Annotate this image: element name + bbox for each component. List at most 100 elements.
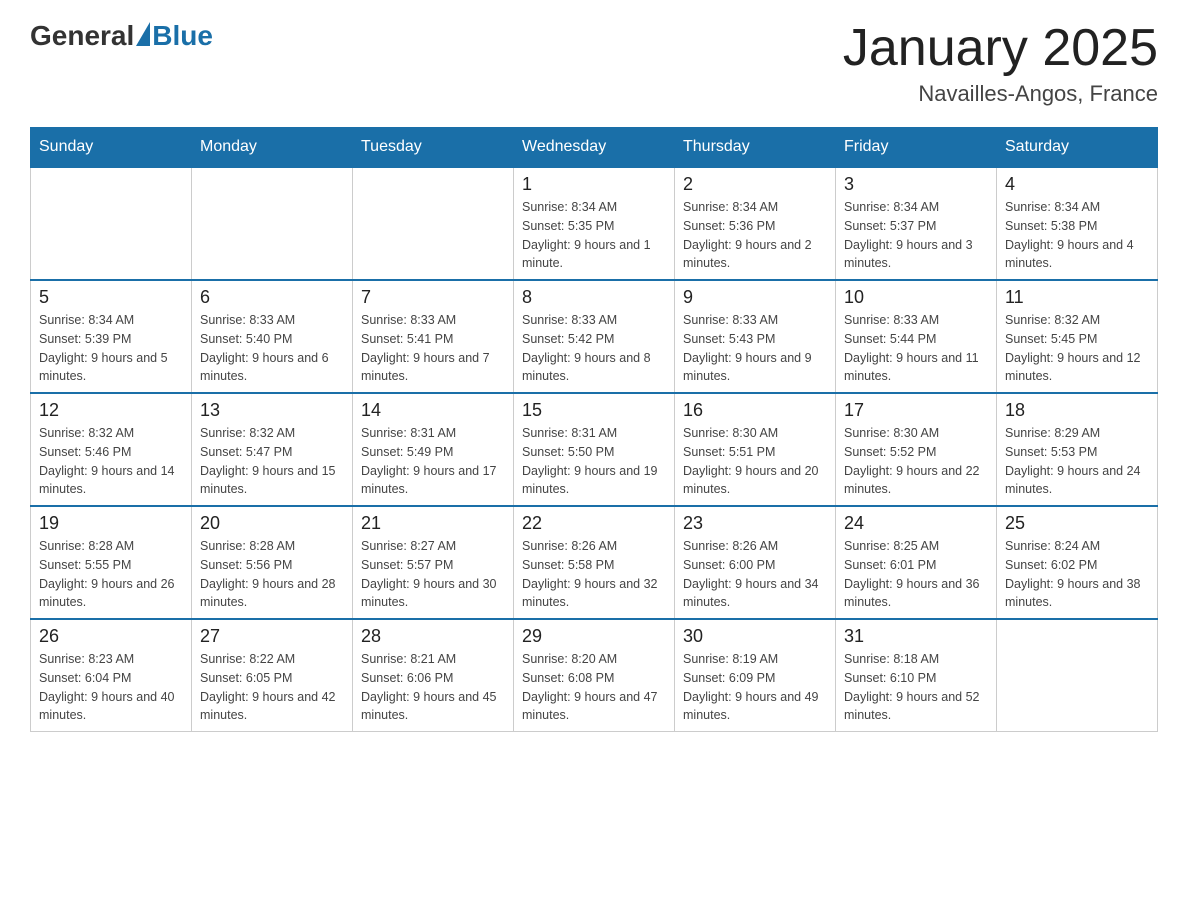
- day-number: 20: [200, 513, 344, 534]
- calendar-cell: 19 Sunrise: 8:28 AM Sunset: 5:55 PM Dayli…: [31, 506, 192, 619]
- day-number: 31: [844, 626, 988, 647]
- day-number: 30: [683, 626, 827, 647]
- day-info: Sunrise: 8:32 AM Sunset: 5:47 PM Dayligh…: [200, 424, 344, 499]
- calendar-cell: 5 Sunrise: 8:34 AM Sunset: 5:39 PM Daylig…: [31, 280, 192, 393]
- day-header-monday: Monday: [192, 128, 353, 168]
- calendar-title: January 2025: [843, 20, 1158, 77]
- day-number: 13: [200, 400, 344, 421]
- day-info: Sunrise: 8:25 AM Sunset: 6:01 PM Dayligh…: [844, 537, 988, 612]
- day-number: 3: [844, 174, 988, 195]
- calendar-cell: 3 Sunrise: 8:34 AM Sunset: 5:37 PM Daylig…: [836, 167, 997, 280]
- calendar-subtitle: Navailles-Angos, France: [843, 81, 1158, 107]
- calendar-cell: 25 Sunrise: 8:24 AM Sunset: 6:02 PM Dayli…: [997, 506, 1158, 619]
- day-info: Sunrise: 8:30 AM Sunset: 5:51 PM Dayligh…: [683, 424, 827, 499]
- calendar-cell: 31Sunrise: 8:18 AM Sunset: 6:10 PM Dayli…: [836, 619, 997, 732]
- day-info: Sunrise: 8:22 AM Sunset: 6:05 PM Dayligh…: [200, 650, 344, 725]
- day-number: 4: [1005, 174, 1149, 195]
- logo: General Blue: [30, 20, 213, 52]
- day-info: Sunrise: 8:34 AM Sunset: 5:38 PM Dayligh…: [1005, 198, 1149, 273]
- week-row-1: 1 Sunrise: 8:34 AM Sunset: 5:35 PM Daylig…: [31, 167, 1158, 280]
- day-number: 21: [361, 513, 505, 534]
- calendar-cell: 15 Sunrise: 8:31 AM Sunset: 5:50 PM Dayli…: [514, 393, 675, 506]
- calendar-cell: 30 Sunrise: 8:19 AM Sunset: 6:09 PM Dayli…: [675, 619, 836, 732]
- calendar-cell: 9 Sunrise: 8:33 AM Sunset: 5:43 PM Daylig…: [675, 280, 836, 393]
- day-info: Sunrise: 8:33 AM Sunset: 5:41 PM Dayligh…: [361, 311, 505, 386]
- calendar-cell: 8Sunrise: 8:33 AM Sunset: 5:42 PM Daylig…: [514, 280, 675, 393]
- day-info: Sunrise: 8:29 AM Sunset: 5:53 PM Dayligh…: [1005, 424, 1149, 499]
- day-number: 1: [522, 174, 666, 195]
- day-info: Sunrise: 8:34 AM Sunset: 5:37 PM Dayligh…: [844, 198, 988, 273]
- day-number: 19: [39, 513, 183, 534]
- calendar-cell: 2Sunrise: 8:34 AM Sunset: 5:36 PM Daylig…: [675, 167, 836, 280]
- day-number: 8: [522, 287, 666, 308]
- day-header-thursday: Thursday: [675, 128, 836, 168]
- day-header-wednesday: Wednesday: [514, 128, 675, 168]
- calendar-cell: 26Sunrise: 8:23 AM Sunset: 6:04 PM Dayli…: [31, 619, 192, 732]
- day-info: Sunrise: 8:28 AM Sunset: 5:56 PM Dayligh…: [200, 537, 344, 612]
- calendar-cell: 7 Sunrise: 8:33 AM Sunset: 5:41 PM Daylig…: [353, 280, 514, 393]
- calendar-cell: 21 Sunrise: 8:27 AM Sunset: 5:57 PM Dayli…: [353, 506, 514, 619]
- day-info: Sunrise: 8:33 AM Sunset: 5:44 PM Dayligh…: [844, 311, 988, 386]
- calendar-cell: 12 Sunrise: 8:32 AM Sunset: 5:46 PM Dayli…: [31, 393, 192, 506]
- day-number: 27: [200, 626, 344, 647]
- day-info: Sunrise: 8:20 AM Sunset: 6:08 PM Dayligh…: [522, 650, 666, 725]
- calendar-cell: 14Sunrise: 8:31 AM Sunset: 5:49 PM Dayli…: [353, 393, 514, 506]
- day-number: 5: [39, 287, 183, 308]
- logo-blue-text: Blue: [152, 20, 213, 52]
- calendar-cell: 6Sunrise: 8:33 AM Sunset: 5:40 PM Daylig…: [192, 280, 353, 393]
- day-info: Sunrise: 8:23 AM Sunset: 6:04 PM Dayligh…: [39, 650, 183, 725]
- day-number: 6: [200, 287, 344, 308]
- calendar-cell: [192, 167, 353, 280]
- day-number: 9: [683, 287, 827, 308]
- day-number: 25: [1005, 513, 1149, 534]
- day-number: 29: [522, 626, 666, 647]
- logo-triangle-icon: [136, 22, 150, 46]
- day-info: Sunrise: 8:30 AM Sunset: 5:52 PM Dayligh…: [844, 424, 988, 499]
- day-number: 12: [39, 400, 183, 421]
- day-number: 24: [844, 513, 988, 534]
- day-header-saturday: Saturday: [997, 128, 1158, 168]
- page-header: General Blue January 2025 Navailles-Ango…: [30, 20, 1158, 107]
- week-row-2: 5 Sunrise: 8:34 AM Sunset: 5:39 PM Daylig…: [31, 280, 1158, 393]
- calendar-cell: [353, 167, 514, 280]
- day-number: 7: [361, 287, 505, 308]
- calendar-cell: 16Sunrise: 8:30 AM Sunset: 5:51 PM Dayli…: [675, 393, 836, 506]
- day-number: 18: [1005, 400, 1149, 421]
- calendar-cell: 1 Sunrise: 8:34 AM Sunset: 5:35 PM Daylig…: [514, 167, 675, 280]
- day-info: Sunrise: 8:28 AM Sunset: 5:55 PM Dayligh…: [39, 537, 183, 612]
- day-info: Sunrise: 8:31 AM Sunset: 5:49 PM Dayligh…: [361, 424, 505, 499]
- day-number: 23: [683, 513, 827, 534]
- calendar-cell: [31, 167, 192, 280]
- day-number: 28: [361, 626, 505, 647]
- day-info: Sunrise: 8:31 AM Sunset: 5:50 PM Dayligh…: [522, 424, 666, 499]
- day-info: Sunrise: 8:27 AM Sunset: 5:57 PM Dayligh…: [361, 537, 505, 612]
- day-info: Sunrise: 8:32 AM Sunset: 5:46 PM Dayligh…: [39, 424, 183, 499]
- calendar-table: SundayMondayTuesdayWednesdayThursdayFrid…: [30, 127, 1158, 732]
- day-info: Sunrise: 8:32 AM Sunset: 5:45 PM Dayligh…: [1005, 311, 1149, 386]
- week-row-5: 26Sunrise: 8:23 AM Sunset: 6:04 PM Dayli…: [31, 619, 1158, 732]
- day-info: Sunrise: 8:19 AM Sunset: 6:09 PM Dayligh…: [683, 650, 827, 725]
- day-info: Sunrise: 8:24 AM Sunset: 6:02 PM Dayligh…: [1005, 537, 1149, 612]
- title-block: January 2025 Navailles-Angos, France: [843, 20, 1158, 107]
- day-info: Sunrise: 8:26 AM Sunset: 5:58 PM Dayligh…: [522, 537, 666, 612]
- header-row: SundayMondayTuesdayWednesdayThursdayFrid…: [31, 128, 1158, 168]
- day-number: 11: [1005, 287, 1149, 308]
- week-row-4: 19 Sunrise: 8:28 AM Sunset: 5:55 PM Dayli…: [31, 506, 1158, 619]
- day-info: Sunrise: 8:34 AM Sunset: 5:35 PM Dayligh…: [522, 198, 666, 273]
- calendar-cell: 24 Sunrise: 8:25 AM Sunset: 6:01 PM Dayli…: [836, 506, 997, 619]
- day-number: 22: [522, 513, 666, 534]
- day-header-friday: Friday: [836, 128, 997, 168]
- day-info: Sunrise: 8:34 AM Sunset: 5:39 PM Dayligh…: [39, 311, 183, 386]
- day-info: Sunrise: 8:21 AM Sunset: 6:06 PM Dayligh…: [361, 650, 505, 725]
- day-number: 2: [683, 174, 827, 195]
- day-header-sunday: Sunday: [31, 128, 192, 168]
- day-info: Sunrise: 8:33 AM Sunset: 5:43 PM Dayligh…: [683, 311, 827, 386]
- day-number: 15: [522, 400, 666, 421]
- calendar-cell: 17Sunrise: 8:30 AM Sunset: 5:52 PM Dayli…: [836, 393, 997, 506]
- day-header-tuesday: Tuesday: [353, 128, 514, 168]
- day-number: 10: [844, 287, 988, 308]
- calendar-cell: 20 Sunrise: 8:28 AM Sunset: 5:56 PM Dayli…: [192, 506, 353, 619]
- calendar-cell: 27 Sunrise: 8:22 AM Sunset: 6:05 PM Dayli…: [192, 619, 353, 732]
- day-info: Sunrise: 8:26 AM Sunset: 6:00 PM Dayligh…: [683, 537, 827, 612]
- week-row-3: 12 Sunrise: 8:32 AM Sunset: 5:46 PM Dayli…: [31, 393, 1158, 506]
